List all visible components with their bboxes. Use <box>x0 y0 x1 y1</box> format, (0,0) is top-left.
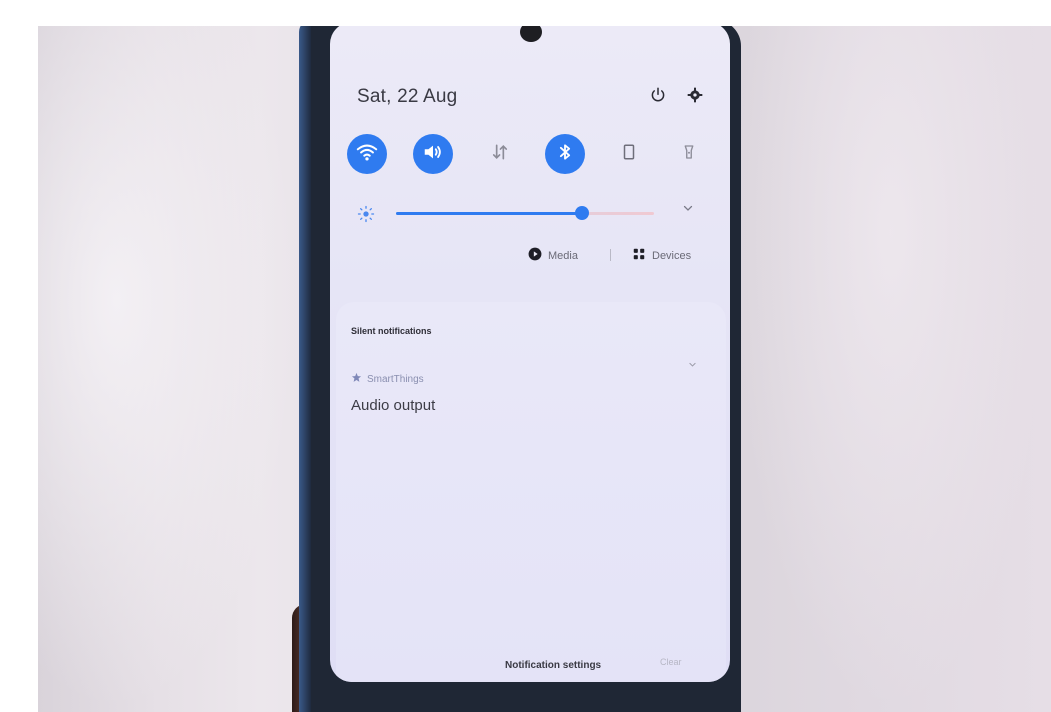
volume-icon <box>422 141 444 168</box>
mobile-data-toggle[interactable] <box>480 134 520 174</box>
brightness-icon <box>356 204 376 224</box>
flashlight-toggle[interactable] <box>669 134 709 174</box>
date-label: Sat, 22 Aug <box>357 86 458 107</box>
smartthings-icon <box>351 372 362 386</box>
data-arrows-icon <box>490 142 510 167</box>
bluetooth-icon <box>555 142 575 167</box>
notification-text: Audio output <box>351 397 436 414</box>
play-icon <box>528 247 542 264</box>
power-icon[interactable] <box>648 86 668 108</box>
notification-app-name: SmartThings <box>367 373 424 385</box>
chevron-down-icon[interactable] <box>682 202 698 218</box>
media-label: Media <box>548 249 578 262</box>
brightness-slider-fill <box>396 212 582 215</box>
devices-button[interactable]: Devices <box>632 247 691 264</box>
brightness-slider-thumb[interactable] <box>575 206 589 220</box>
background-blur-left <box>38 26 298 712</box>
bluetooth-toggle[interactable] <box>545 134 585 174</box>
media-button[interactable]: Media <box>528 247 578 264</box>
notification-panel: Sat, 22 Aug Media Devices Silent notific… <box>330 26 730 682</box>
brightness-slider[interactable] <box>396 206 654 220</box>
devices-grid-icon <box>632 247 646 264</box>
notification-app-row: SmartThings <box>351 372 424 386</box>
notification-settings-button[interactable]: Notification settings <box>505 660 601 671</box>
torch-icon <box>680 143 698 166</box>
rotate-icon <box>620 143 638 166</box>
wifi-toggle[interactable] <box>347 134 387 174</box>
background-blur-right <box>731 26 1051 712</box>
auto-rotate-toggle[interactable] <box>609 134 649 174</box>
sound-toggle[interactable] <box>413 134 453 174</box>
expand-notification-icon[interactable] <box>688 360 697 372</box>
camera-punch-hole <box>520 26 542 42</box>
controls-divider <box>610 249 611 261</box>
clear-button[interactable]: Clear <box>660 657 682 667</box>
silent-notifications-title: Silent notifications <box>351 326 432 336</box>
notification-card[interactable] <box>336 302 726 682</box>
gear-icon[interactable] <box>685 86 705 108</box>
devices-label: Devices <box>652 249 692 262</box>
phone-frame-edge <box>299 26 311 712</box>
photo-background: Sat, 22 Aug Media Devices Silent notific… <box>38 26 1051 712</box>
wifi-icon <box>356 141 378 168</box>
